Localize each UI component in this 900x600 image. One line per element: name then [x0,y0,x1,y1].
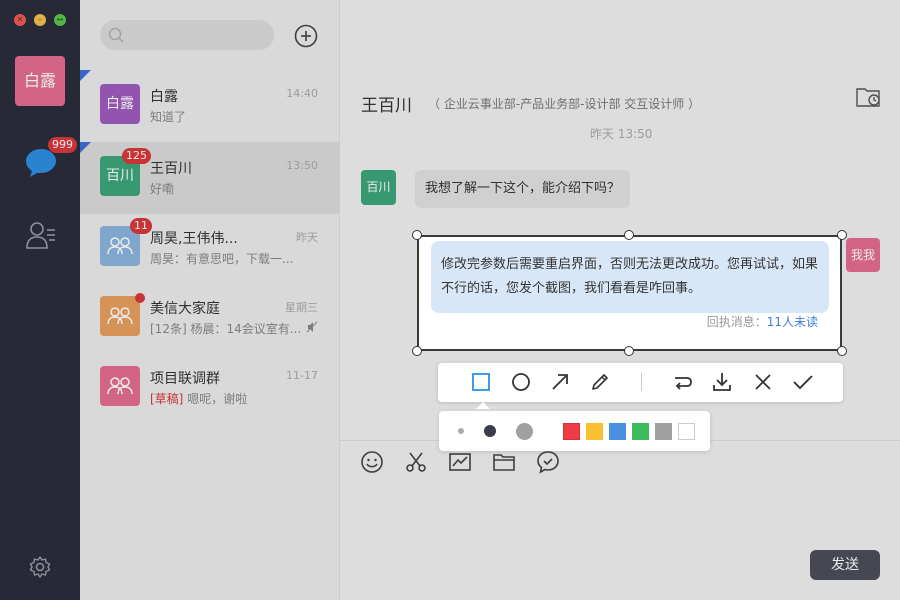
add-icon[interactable] [294,24,318,48]
conversation-name: 王百川 [150,161,192,177]
color-swatch-green[interactable] [632,423,649,440]
resize-handle-top-right[interactable] [837,230,847,240]
conversation-time: 14:40 [286,87,318,100]
conversation-preview: 周昊：有意思吧，下载一... [150,252,294,266]
stroke-size-medium[interactable] [484,425,496,437]
window-controls: ✕ – ↔ [14,14,66,26]
mute-icon [306,321,318,333]
chat-subtitle: （ 企业云事业部-产品业务部-设计部 交互设计师 ） [428,97,701,111]
incoming-message-bubble[interactable]: 我想了解一下这个，能介绍下吗？ [415,170,631,208]
navigation-rail: ✕ – ↔ 白露 999 [0,0,80,600]
conversation-item-active[interactable]: 百川 125 王百川 好嘞 13:50 [80,142,340,214]
pen-icon[interactable] [589,371,611,393]
conversation-preview: 知道了 [150,110,187,124]
color-swatch-yellow[interactable] [586,423,603,440]
unread-count-badge: 11 [130,218,152,234]
receipt-label: 回执消息： [706,315,767,329]
conversation-preview: [12条] 杨晨：14会议室有... [150,322,302,336]
history-folder-icon[interactable] [856,86,882,108]
conversation-list-panel: 白露 白露 知道了 14:40 百川 125 王百川 好嘞 13:50 11 周… [80,0,340,600]
cancel-icon[interactable] [752,371,774,393]
conversation-name: 白露 [150,89,178,105]
conversation-name: 美信大家庭 [150,301,220,317]
arrow-icon[interactable] [549,371,571,393]
window-maximize-button[interactable]: ↔ [54,14,66,26]
draft-label: [草稿] [150,392,184,406]
conversation-time: 11-17 [286,369,318,382]
contacts-icon[interactable] [25,220,57,250]
conversation-name: 周昊,王伟伟... [150,231,238,247]
conversation-item[interactable]: 美信大家庭 [12条] 杨晨：14会议室有... 星期三 [80,282,340,354]
draft-text: 嗯呢，谢啦 [187,392,248,406]
chart-icon[interactable] [448,450,472,474]
conversation-preview: [草稿] 嗯呢，谢啦 [150,390,247,407]
unread-dot [135,293,145,303]
close-icon: ✕ [16,15,24,24]
style-palette [439,411,710,451]
search-input[interactable] [100,20,274,50]
own-avatar[interactable]: 我我 [846,238,880,272]
palette-pointer [476,402,490,409]
minimize-icon: – [38,15,42,24]
conversation-item[interactable]: 白露 白露 知道了 14:40 [80,70,340,142]
conversation-time: 13:50 [286,159,318,172]
stroke-size-small[interactable] [458,428,464,434]
color-swatch-white[interactable] [678,423,695,440]
send-button[interactable]: 发送 [810,550,880,580]
window-close-button[interactable]: ✕ [14,14,26,26]
receipt-unread-link[interactable]: 11人未读 [767,315,818,329]
conversation-item[interactable]: 项目联调群 [草稿] 嗯呢，谢啦 11-17 [80,352,340,424]
resize-handle-top-left[interactable] [412,230,422,240]
unread-count-badge: 125 [122,148,151,164]
maximize-icon: ↔ [56,15,64,24]
chat-check-icon[interactable] [536,450,560,474]
emoji-icon[interactable] [360,450,384,474]
conversation-name: 项目联调群 [150,371,220,387]
check-icon[interactable] [792,371,814,393]
conversation-preview: 好嘞 [150,182,175,196]
pinned-marker [80,142,91,153]
pinned-marker [80,70,91,81]
resize-handle-bottom[interactable] [624,346,634,356]
group-avatar [100,296,140,336]
color-swatch-red[interactable] [563,423,580,440]
folder-icon[interactable] [492,450,516,474]
message-timestamp: 昨天 13:50 [590,127,653,141]
scissors-icon[interactable] [404,450,428,474]
user-avatar[interactable]: 白露 [15,56,65,106]
read-receipt: 回执消息：11人未读 [707,313,818,330]
color-swatch-blue[interactable] [609,423,626,440]
sender-avatar[interactable]: 百川 [361,170,396,205]
rectangle-icon[interactable] [470,371,492,393]
screenshot-toolbar [438,363,843,402]
conversation-time: 星期三 [285,301,318,314]
group-icon [107,307,133,325]
composer-toolbar [360,450,560,474]
resize-handle-top[interactable] [624,230,634,240]
unread-badge: 999 [48,137,77,153]
toolbar-separator [641,373,642,391]
circle-icon[interactable] [510,371,532,393]
resize-handle-bottom-right[interactable] [837,346,847,356]
conversation-item[interactable]: 11 周昊,王伟伟... 周昊：有意思吧，下载一... 昨天 [80,212,340,284]
group-avatar [100,366,140,406]
conversation-avatar: 白露 [100,84,140,124]
group-icon [107,377,133,395]
chat-title: 王百川 [361,96,412,116]
screenshot-selection[interactable]: 修改完参数后需要重启界面，否则无法更改成功。您再试试，如果不行的话，您发个截图，… [417,235,842,351]
outgoing-message-bubble: 修改完参数后需要重启界面，否则无法更改成功。您再试试，如果不行的话，您发个截图，… [431,241,829,313]
download-icon[interactable] [711,371,733,393]
search-icon [108,27,124,43]
color-swatch-gray[interactable] [655,423,672,440]
stroke-size-large[interactable] [516,423,533,440]
settings-gear-icon[interactable] [28,555,52,579]
resize-handle-bottom-left[interactable] [412,346,422,356]
conversation-time: 昨天 [296,231,318,244]
window-minimize-button[interactable]: – [34,14,46,26]
undo-icon[interactable] [671,371,693,393]
